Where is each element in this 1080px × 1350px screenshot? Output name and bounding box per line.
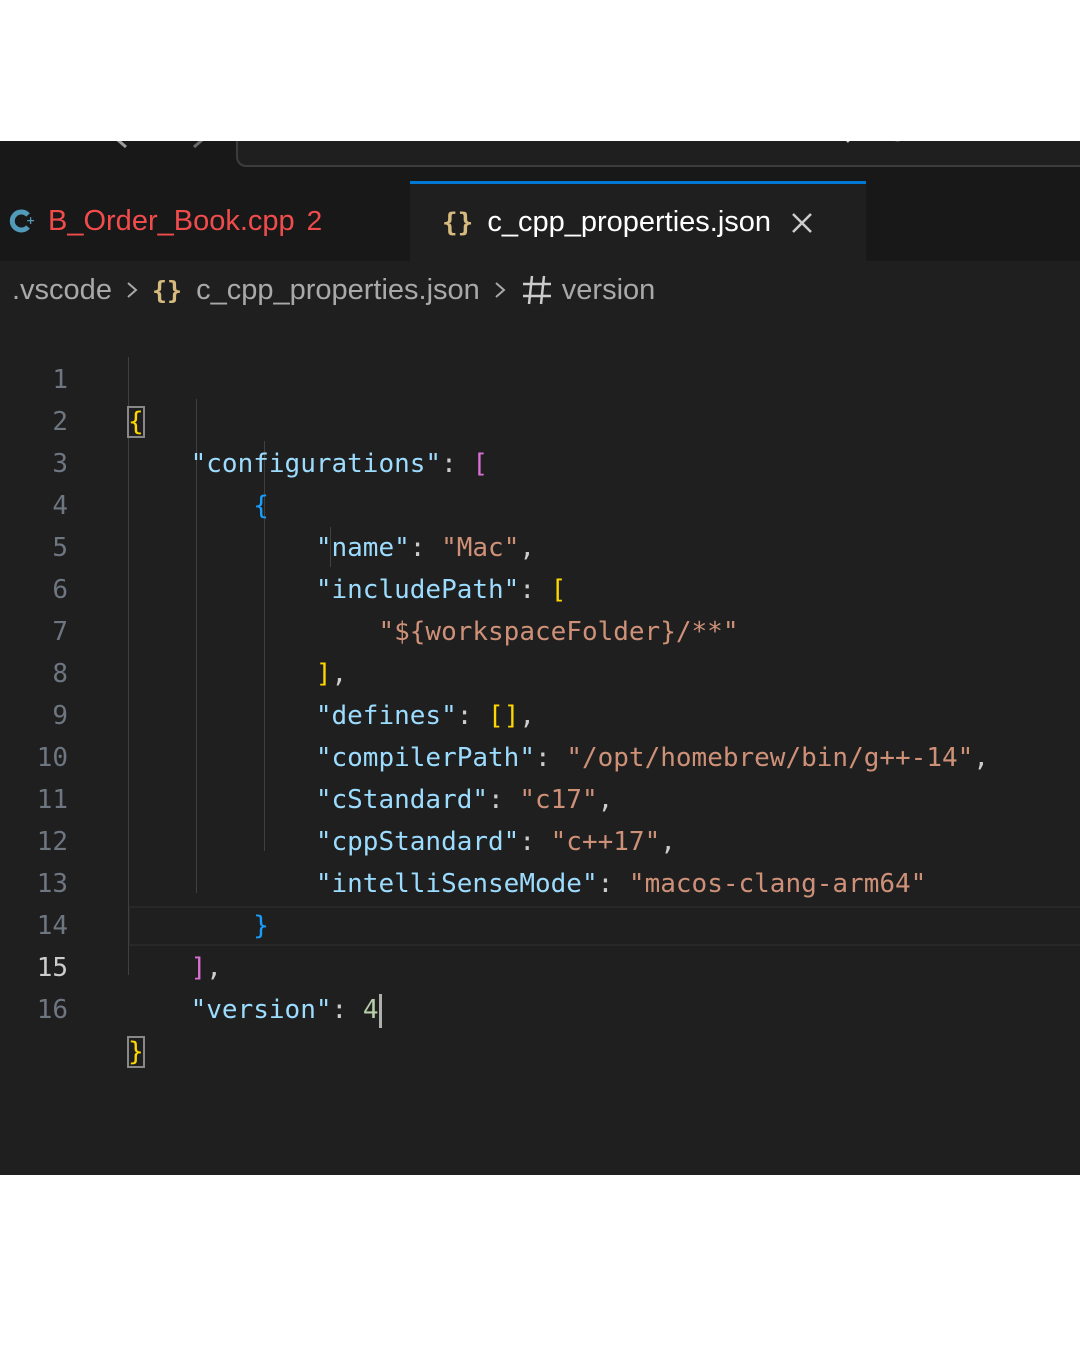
- json-number: 4: [362, 995, 379, 1025]
- code-line-10: 10 "cStandard": "c17",: [0, 695, 1080, 815]
- code-editor[interactable]: 1 { 2 "configurations": [ 3 { 4 "name": …: [0, 317, 1080, 1175]
- command-center-text: C++: [886, 141, 943, 149]
- code-line-1: 1 {: [0, 317, 1080, 438]
- code-line-14: 14 ],: [0, 863, 1080, 983]
- tab-c-cpp-properties-json[interactable]: {} c_cpp_properties.json: [410, 181, 866, 261]
- breadcrumb-item-file[interactable]: c_cpp_properties.json: [196, 274, 480, 307]
- chevron-right-icon: [495, 282, 506, 298]
- line-number: 16: [36, 995, 68, 1025]
- svg-text:++: ++: [26, 214, 36, 227]
- cpp-file-icon: ++: [9, 209, 36, 233]
- code-line-4: 4 "name": "Mac",: [0, 443, 1080, 563]
- breadcrumb-item-version[interactable]: version: [562, 274, 656, 307]
- tab-label: c_cpp_properties.json: [487, 206, 772, 238]
- code-line-2: 2 "configurations": [: [0, 359, 1080, 479]
- code-line-3: 3 {: [0, 401, 1080, 521]
- code-line-8: 8 "defines": [],: [0, 611, 1080, 731]
- problems-count-badge: 2: [306, 205, 323, 236]
- close-icon[interactable]: [789, 210, 815, 236]
- code-line-5: 5 "includePath": [: [0, 485, 1080, 605]
- command-center[interactable]: C++: [236, 141, 1080, 167]
- breadcrumb-item-vscode[interactable]: .vscode: [12, 274, 112, 307]
- arrow-right-icon[interactable]: [172, 141, 212, 155]
- code-line-7: 7 ],: [0, 569, 1080, 689]
- vscode-window: C++ ++ B_Order_Book.cpp 2 {} c_cpp_prope…: [0, 141, 1080, 1175]
- tab-label: B_Order_Book.cpp: [48, 204, 295, 237]
- code-line-6: 6 "${workspaceFolder}/**": [0, 527, 1080, 647]
- json-braces-icon: {}: [151, 275, 183, 305]
- json-braces-icon: {}: [442, 207, 474, 238]
- tab-b-order-book-cpp[interactable]: ++ B_Order_Book.cpp 2: [0, 181, 410, 261]
- code-line-12: 12 "intelliSenseMode": "macos-clang-arm6…: [0, 779, 1080, 899]
- code-line-15: 15 "version": 4: [0, 905, 1080, 1028]
- code-line-16: 16 }: [0, 947, 1080, 1068]
- code-line-9: 9 "compilerPath": "/opt/homebrew/bin/g++…: [0, 653, 1080, 773]
- text-cursor: [379, 993, 383, 1028]
- title-bar: C++: [0, 141, 1080, 181]
- code-line-11: 11 "cppStandard": "c++17",: [0, 737, 1080, 857]
- number-hash-icon: [522, 275, 551, 305]
- tab-bar: ++ B_Order_Book.cpp 2 {} c_cpp_propertie…: [0, 181, 1080, 261]
- breadcrumb: .vscode {} c_cpp_properties.json version: [0, 263, 1080, 317]
- brace-close: }: [127, 1036, 145, 1068]
- code-line-13: 13 }: [0, 821, 1080, 941]
- arrow-left-icon[interactable]: [108, 141, 148, 155]
- json-key: "version": [190, 995, 332, 1025]
- chevron-right-icon: [127, 282, 138, 298]
- search-icon: [846, 141, 850, 143]
